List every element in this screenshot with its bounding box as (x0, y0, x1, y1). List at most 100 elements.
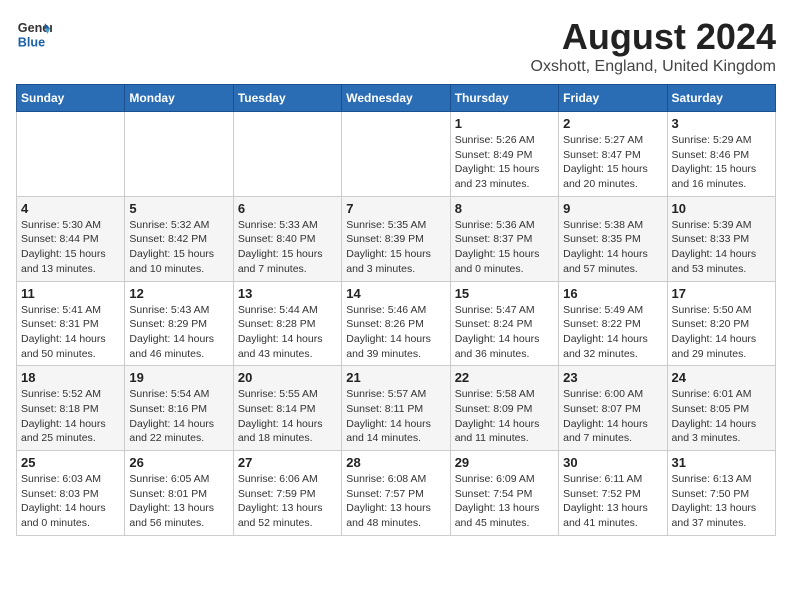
calendar-cell: 14 Sunrise: 5:46 AM Sunset: 8:26 PM Dayli… (342, 281, 450, 366)
day-info: Sunrise: 5:33 AM Sunset: 8:40 PM Dayligh… (238, 218, 337, 277)
calendar-week-2: 4Sunrise: 5:30 AM Sunset: 8:44 PM Daylig… (17, 196, 776, 281)
calendar-cell: 4Sunrise: 5:30 AM Sunset: 8:44 PM Daylig… (17, 196, 125, 281)
calendar-table: SundayMondayTuesdayWednesdayThursdayFrid… (16, 84, 776, 536)
calendar-cell: 27 Sunrise: 6:06 AM Sunset: 7:59 PM Dayli… (233, 451, 341, 536)
day-number: 4 (21, 201, 120, 216)
day-info: Sunrise: 5:35 AM Sunset: 8:39 PM Dayligh… (346, 218, 445, 277)
day-number: 5 (129, 201, 228, 216)
weekday-header-monday: Monday (125, 85, 233, 112)
day-number: 8 (455, 201, 554, 216)
weekday-header-thursday: Thursday (450, 85, 558, 112)
calendar-cell: 1Sunrise: 5:26 AM Sunset: 8:49 PM Daylig… (450, 112, 558, 197)
calendar-cell: 2 Sunrise: 5:27 AM Sunset: 8:47 PM Daylig… (559, 112, 667, 197)
day-info: Sunrise: 5:41 AM Sunset: 8:31 PM Dayligh… (21, 303, 120, 362)
day-number: 6 (238, 201, 337, 216)
day-info: Sunrise: 5:47 AM Sunset: 8:24 PM Dayligh… (455, 303, 554, 362)
day-number: 29 (455, 455, 554, 470)
calendar-cell: 16 Sunrise: 5:49 AM Sunset: 8:22 PM Dayli… (559, 281, 667, 366)
day-number: 23 (563, 370, 662, 385)
day-info: Sunrise: 6:05 AM Sunset: 8:01 PM Dayligh… (129, 472, 228, 531)
day-number: 2 (563, 116, 662, 131)
calendar-cell: 8 Sunrise: 5:36 AM Sunset: 8:37 PM Daylig… (450, 196, 558, 281)
day-info: Sunrise: 6:08 AM Sunset: 7:57 PM Dayligh… (346, 472, 445, 531)
page-header: General Blue August 2024 Oxshott, Englan… (16, 16, 776, 76)
day-number: 18 (21, 370, 120, 385)
calendar-cell: 15 Sunrise: 5:47 AM Sunset: 8:24 PM Dayli… (450, 281, 558, 366)
day-info: Sunrise: 6:06 AM Sunset: 7:59 PM Dayligh… (238, 472, 337, 531)
calendar-cell: 26Sunrise: 6:05 AM Sunset: 8:01 PM Dayli… (125, 451, 233, 536)
calendar-week-1: 1Sunrise: 5:26 AM Sunset: 8:49 PM Daylig… (17, 112, 776, 197)
day-number: 17 (672, 286, 771, 301)
day-info: Sunrise: 5:46 AM Sunset: 8:26 PM Dayligh… (346, 303, 445, 362)
day-info: Sunrise: 5:57 AM Sunset: 8:11 PM Dayligh… (346, 387, 445, 446)
calendar-cell: 6 Sunrise: 5:33 AM Sunset: 8:40 PM Daylig… (233, 196, 341, 281)
calendar-cell (17, 112, 125, 197)
svg-text:Blue: Blue (18, 36, 45, 50)
weekday-header-friday: Friday (559, 85, 667, 112)
day-number: 15 (455, 286, 554, 301)
calendar-cell: 23Sunrise: 6:00 AM Sunset: 8:07 PM Dayli… (559, 366, 667, 451)
calendar-cell: 28Sunrise: 6:08 AM Sunset: 7:57 PM Dayli… (342, 451, 450, 536)
calendar-week-5: 25 Sunrise: 6:03 AM Sunset: 8:03 PM Dayli… (17, 451, 776, 536)
calendar-week-4: 18 Sunrise: 5:52 AM Sunset: 8:18 PM Dayli… (17, 366, 776, 451)
day-info: Sunrise: 5:43 AM Sunset: 8:29 PM Dayligh… (129, 303, 228, 362)
day-number: 1 (455, 116, 554, 131)
day-number: 20 (238, 370, 337, 385)
day-info: Sunrise: 5:50 AM Sunset: 8:20 PM Dayligh… (672, 303, 771, 362)
day-info: Sunrise: 6:11 AM Sunset: 7:52 PM Dayligh… (563, 472, 662, 531)
day-info: Sunrise: 6:13 AM Sunset: 7:50 PM Dayligh… (672, 472, 771, 531)
calendar-cell (342, 112, 450, 197)
day-number: 31 (672, 455, 771, 470)
day-info: Sunrise: 5:27 AM Sunset: 8:47 PM Dayligh… (563, 133, 662, 192)
calendar-cell: 13Sunrise: 5:44 AM Sunset: 8:28 PM Dayli… (233, 281, 341, 366)
day-number: 16 (563, 286, 662, 301)
weekday-header-saturday: Saturday (667, 85, 775, 112)
day-number: 30 (563, 455, 662, 470)
calendar-cell: 29 Sunrise: 6:09 AM Sunset: 7:54 PM Dayli… (450, 451, 558, 536)
weekday-header-wednesday: Wednesday (342, 85, 450, 112)
day-info: Sunrise: 5:38 AM Sunset: 8:35 PM Dayligh… (563, 218, 662, 277)
day-number: 12 (129, 286, 228, 301)
day-number: 22 (455, 370, 554, 385)
day-info: Sunrise: 5:55 AM Sunset: 8:14 PM Dayligh… (238, 387, 337, 446)
calendar-cell: 7 Sunrise: 5:35 AM Sunset: 8:39 PM Daylig… (342, 196, 450, 281)
day-info: Sunrise: 5:39 AM Sunset: 8:33 PM Dayligh… (672, 218, 771, 277)
day-info: Sunrise: 5:49 AM Sunset: 8:22 PM Dayligh… (563, 303, 662, 362)
weekday-header-sunday: Sunday (17, 85, 125, 112)
logo: General Blue (16, 16, 52, 52)
day-number: 11 (21, 286, 120, 301)
day-number: 13 (238, 286, 337, 301)
weekday-header-row: SundayMondayTuesdayWednesdayThursdayFrid… (17, 85, 776, 112)
calendar-cell: 21Sunrise: 5:57 AM Sunset: 8:11 PM Dayli… (342, 366, 450, 451)
day-number: 27 (238, 455, 337, 470)
calendar-cell: 11 Sunrise: 5:41 AM Sunset: 8:31 PM Dayli… (17, 281, 125, 366)
day-info: Sunrise: 6:01 AM Sunset: 8:05 PM Dayligh… (672, 387, 771, 446)
day-info: Sunrise: 5:52 AM Sunset: 8:18 PM Dayligh… (21, 387, 120, 446)
day-number: 7 (346, 201, 445, 216)
calendar-cell: 12 Sunrise: 5:43 AM Sunset: 8:29 PM Dayli… (125, 281, 233, 366)
day-number: 25 (21, 455, 120, 470)
calendar-cell: 17 Sunrise: 5:50 AM Sunset: 8:20 PM Dayli… (667, 281, 775, 366)
day-info: Sunrise: 6:03 AM Sunset: 8:03 PM Dayligh… (21, 472, 120, 531)
calendar-cell: 22Sunrise: 5:58 AM Sunset: 8:09 PM Dayli… (450, 366, 558, 451)
day-number: 10 (672, 201, 771, 216)
logo-icon: General Blue (16, 16, 52, 52)
calendar-cell: 18 Sunrise: 5:52 AM Sunset: 8:18 PM Dayli… (17, 366, 125, 451)
day-number: 19 (129, 370, 228, 385)
calendar-cell: 31 Sunrise: 6:13 AM Sunset: 7:50 PM Dayli… (667, 451, 775, 536)
day-info: Sunrise: 5:32 AM Sunset: 8:42 PM Dayligh… (129, 218, 228, 277)
calendar-cell: 25 Sunrise: 6:03 AM Sunset: 8:03 PM Dayli… (17, 451, 125, 536)
day-info: Sunrise: 5:36 AM Sunset: 8:37 PM Dayligh… (455, 218, 554, 277)
day-number: 14 (346, 286, 445, 301)
calendar-cell: 19Sunrise: 5:54 AM Sunset: 8:16 PM Dayli… (125, 366, 233, 451)
calendar-cell: 30 Sunrise: 6:11 AM Sunset: 7:52 PM Dayli… (559, 451, 667, 536)
title-block: August 2024 Oxshott, England, United Kin… (531, 16, 776, 76)
day-info: Sunrise: 5:29 AM Sunset: 8:46 PM Dayligh… (672, 133, 771, 192)
day-number: 3 (672, 116, 771, 131)
calendar-cell: 10 Sunrise: 5:39 AM Sunset: 8:33 PM Dayli… (667, 196, 775, 281)
calendar-cell: 5 Sunrise: 5:32 AM Sunset: 8:42 PM Daylig… (125, 196, 233, 281)
weekday-header-tuesday: Tuesday (233, 85, 341, 112)
day-info: Sunrise: 6:09 AM Sunset: 7:54 PM Dayligh… (455, 472, 554, 531)
page-subtitle: Oxshott, England, United Kingdom (531, 58, 776, 76)
calendar-cell: 3 Sunrise: 5:29 AM Sunset: 8:46 PM Daylig… (667, 112, 775, 197)
